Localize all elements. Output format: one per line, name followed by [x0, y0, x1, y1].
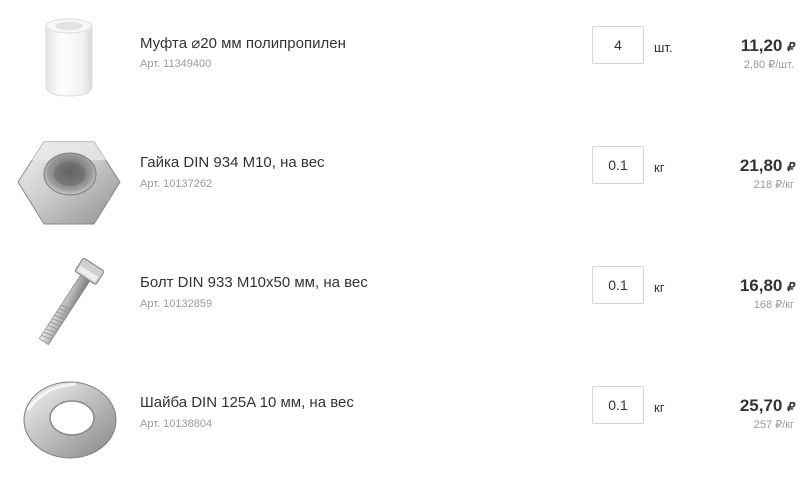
product-image[interactable] [14, 252, 124, 362]
cart-item-bolt: Болт DIN 933 М10х50 мм, на вес Арт. 1013… [0, 252, 810, 372]
unit-price: 2,80 ₽/шт. [743, 59, 794, 71]
product-image[interactable] [14, 372, 124, 482]
unit-price: 168 ₽/кг [753, 299, 794, 311]
currency-symbol: ₽ [786, 160, 794, 174]
item-price: 25,70 ₽ [740, 396, 794, 416]
quantity-input[interactable] [592, 386, 644, 424]
quantity-input[interactable] [592, 146, 644, 184]
product-name[interactable]: Болт DIN 933 М10х50 мм, на вес [140, 274, 368, 291]
cart-list: { "items": [ { "name": "Муфта ⌀20 мм пол… [0, 0, 810, 474]
unit-price: 257 ₽/кг [753, 419, 794, 431]
cart-item-coupling: Муфта ⌀20 мм полипропилен Арт. 11349400 … [0, 12, 810, 132]
quantity-input[interactable] [592, 26, 644, 64]
price-value: 16,80 [739, 276, 783, 295]
currency-symbol: ₽ [786, 280, 794, 294]
bolt-icon [38, 257, 105, 346]
currency-symbol: ₽ [786, 400, 794, 414]
product-image[interactable] [14, 132, 124, 242]
hex-nut-icon [17, 141, 121, 225]
washer-icon [23, 381, 117, 459]
article-number: Арт. 10132859 [140, 298, 213, 310]
coupling-icon [45, 18, 93, 97]
currency-symbol: ₽ [786, 40, 794, 54]
item-price: 21,80 ₽ [740, 156, 794, 176]
article-number: Арт. 10137262 [140, 178, 213, 190]
product-image[interactable] [14, 12, 124, 122]
cart-item-nut: Гайка DIN 934 М10, на вес Арт. 10137262 … [0, 132, 810, 252]
cart-item-washer: Шайба DIN 125A 10 мм, на вес Арт. 101388… [0, 372, 810, 492]
item-price: 16,80 ₽ [740, 276, 794, 296]
price-value: 21,80 [739, 156, 783, 175]
quantity-input[interactable] [592, 266, 644, 304]
price-value: 25,70 [739, 396, 783, 415]
price-value: 11,20 [740, 36, 783, 55]
quantity-unit: шт. [654, 40, 673, 55]
article-number: Арт. 10138804 [140, 418, 213, 430]
quantity-unit: кг [654, 160, 665, 175]
product-name[interactable]: Гайка DIN 934 М10, на вес [140, 154, 325, 171]
item-price: 11,20 ₽ [741, 36, 794, 56]
product-name[interactable]: Шайба DIN 125A 10 мм, на вес [140, 394, 354, 411]
quantity-unit: кг [654, 280, 665, 295]
unit-price: 218 ₽/кг [753, 179, 794, 191]
article-number: Арт. 11349400 [140, 58, 212, 70]
quantity-unit: кг [654, 400, 665, 415]
product-name[interactable]: Муфта ⌀20 мм полипропилен [140, 34, 346, 52]
